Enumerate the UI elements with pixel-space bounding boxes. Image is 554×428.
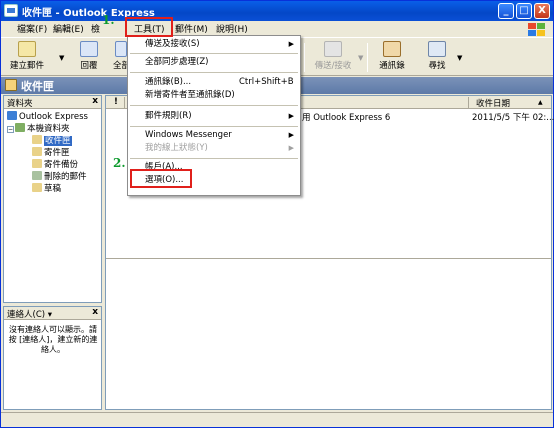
column-divider [124, 97, 125, 108]
addresses-label: 通訊錄 [379, 61, 405, 71]
chevron-down-icon[interactable]: ▼ [457, 54, 462, 62]
sort-arrow-icon: ▲ [538, 99, 543, 106]
send-receive-button[interactable]: 傳送/接收 [311, 41, 355, 74]
options-highlight [130, 169, 192, 188]
contacts-empty-message: 沒有連絡人可以顯示。請按 [連絡人]，建立新的連絡人。 [8, 325, 98, 354]
folders-pane-header: 資料夾 x [4, 96, 101, 109]
menu-item-add-sender[interactable]: 新增寄件者至通訊錄(D) [128, 89, 300, 102]
outlook-express-window: 收件匣 - Outlook Express _ □ X 檔案(F) 編輯(E) … [0, 0, 554, 428]
status-bar [1, 412, 553, 427]
folders-pane-title: 資料夾 [7, 99, 33, 109]
menu-item-sync-all[interactable]: 全部同步處理(Z) [128, 56, 300, 69]
sent-items-icon [32, 159, 42, 168]
windows-logo-icon [527, 22, 547, 37]
tree-item-inbox[interactable]: 收件匣 [32, 135, 72, 146]
tree-item-outbox[interactable]: 寄件匣 [32, 147, 70, 158]
new-mail-icon [18, 41, 36, 57]
drafts-icon [32, 183, 42, 192]
send-receive-label: 傳送/接收 [314, 61, 352, 71]
menu-item-online-status[interactable]: 我的線上狀態(Y) ▶ [128, 142, 300, 155]
submenu-arrow-icon: ▶ [288, 112, 294, 120]
menu-item-send-receive[interactable]: 傳送及接收(S) ▶ [128, 38, 300, 51]
trash-icon [32, 171, 42, 180]
shortcut-label: Ctrl+Shift+B [239, 77, 294, 87]
tree-item-drafts[interactable]: 草稿 [32, 183, 61, 194]
reply-icon [80, 41, 98, 57]
inbox-icon [5, 79, 17, 91]
menu-separator [130, 158, 298, 159]
toolbar-separator [304, 43, 305, 72]
step-2-label: 2. [113, 156, 126, 170]
tools-menu-highlight [125, 17, 173, 37]
outbox-icon [32, 147, 42, 156]
contacts-pane-header: 連絡人(C) ▾ x [4, 307, 101, 320]
message-subject: 用 Outlook Express 6 [302, 113, 391, 123]
tree-item-sent-items[interactable]: 寄件備份 [32, 159, 78, 170]
menu-separator [130, 72, 298, 73]
menu-separator [130, 105, 298, 106]
menu-edit[interactable]: 編輯(E) [51, 23, 86, 37]
close-icon[interactable]: x [92, 96, 98, 106]
submenu-arrow-icon: ▶ [288, 144, 294, 152]
folder-title: 收件匣 [21, 80, 54, 93]
create-mail-button[interactable]: 建立郵件 [5, 41, 49, 74]
minimize-button[interactable]: _ [498, 3, 514, 19]
preview-pane [106, 258, 551, 409]
inbox-icon [32, 135, 42, 144]
submenu-arrow-icon: ▶ [288, 131, 294, 139]
menu-separator [130, 126, 298, 127]
title-bar: 收件匣 - Outlook Express _ □ X [1, 1, 553, 21]
reply-all-icon [115, 41, 127, 57]
create-mail-label: 建立郵件 [9, 61, 44, 71]
reply-button[interactable]: 回覆 [75, 41, 103, 74]
reply-label: 回覆 [80, 61, 98, 71]
menu-item-windows-messenger[interactable]: Windows Messenger ▶ [128, 129, 300, 142]
menu-item-address-book[interactable]: 通訊錄(B)... Ctrl+Shift+B [128, 76, 300, 89]
menu-view[interactable]: 檢 [89, 23, 102, 37]
addresses-button[interactable]: 通訊錄 [375, 41, 409, 74]
outlook-express-icon [7, 111, 17, 120]
tree-item-outlook-express[interactable]: Outlook Express [7, 111, 88, 122]
submenu-arrow-icon: ▶ [288, 40, 294, 48]
chevron-down-icon[interactable]: ▼ [59, 54, 64, 62]
close-icon[interactable]: x [92, 307, 98, 317]
tree-item-deleted-items[interactable]: 刪除的郵件 [32, 171, 87, 182]
find-label: 尋找 [428, 61, 446, 71]
column-divider [468, 97, 469, 108]
toolbar-separator [367, 43, 368, 72]
tree-item-local-folders[interactable]: − 本機資料夾 [7, 123, 70, 134]
menu-item-message-rules[interactable]: 郵件規則(R) ▶ [128, 110, 300, 123]
collapse-icon[interactable]: − [7, 126, 14, 133]
outlook-app-icon [4, 4, 18, 17]
find-button[interactable]: 尋找 [423, 41, 451, 74]
message-date: 2011/5/5 下午 02:... [472, 113, 554, 123]
menu-separator [130, 53, 298, 54]
step-1-label: 1. [102, 13, 115, 27]
address-book-icon [383, 41, 401, 57]
maximize-button[interactable]: □ [516, 3, 532, 19]
contacts-pane: 連絡人(C) ▾ x 沒有連絡人可以顯示。請按 [連絡人]，建立新的連絡人。 [3, 306, 102, 410]
contacts-dropdown[interactable]: 連絡人(C) ▾ [7, 308, 52, 320]
menu-file[interactable]: 檔案(F) [15, 23, 49, 37]
col-received-date[interactable]: 收件日期 [476, 97, 510, 109]
col-priority[interactable]: ! [114, 97, 118, 107]
close-button[interactable]: X [534, 3, 550, 19]
find-icon [428, 41, 446, 57]
chevron-down-icon[interactable]: ▼ [358, 54, 363, 62]
send-receive-icon [324, 41, 342, 57]
folders-pane: 資料夾 x Outlook Express − 本機資料夾 收件匣 寄件匣 寄件備… [3, 95, 102, 303]
local-folders-icon [15, 123, 25, 132]
